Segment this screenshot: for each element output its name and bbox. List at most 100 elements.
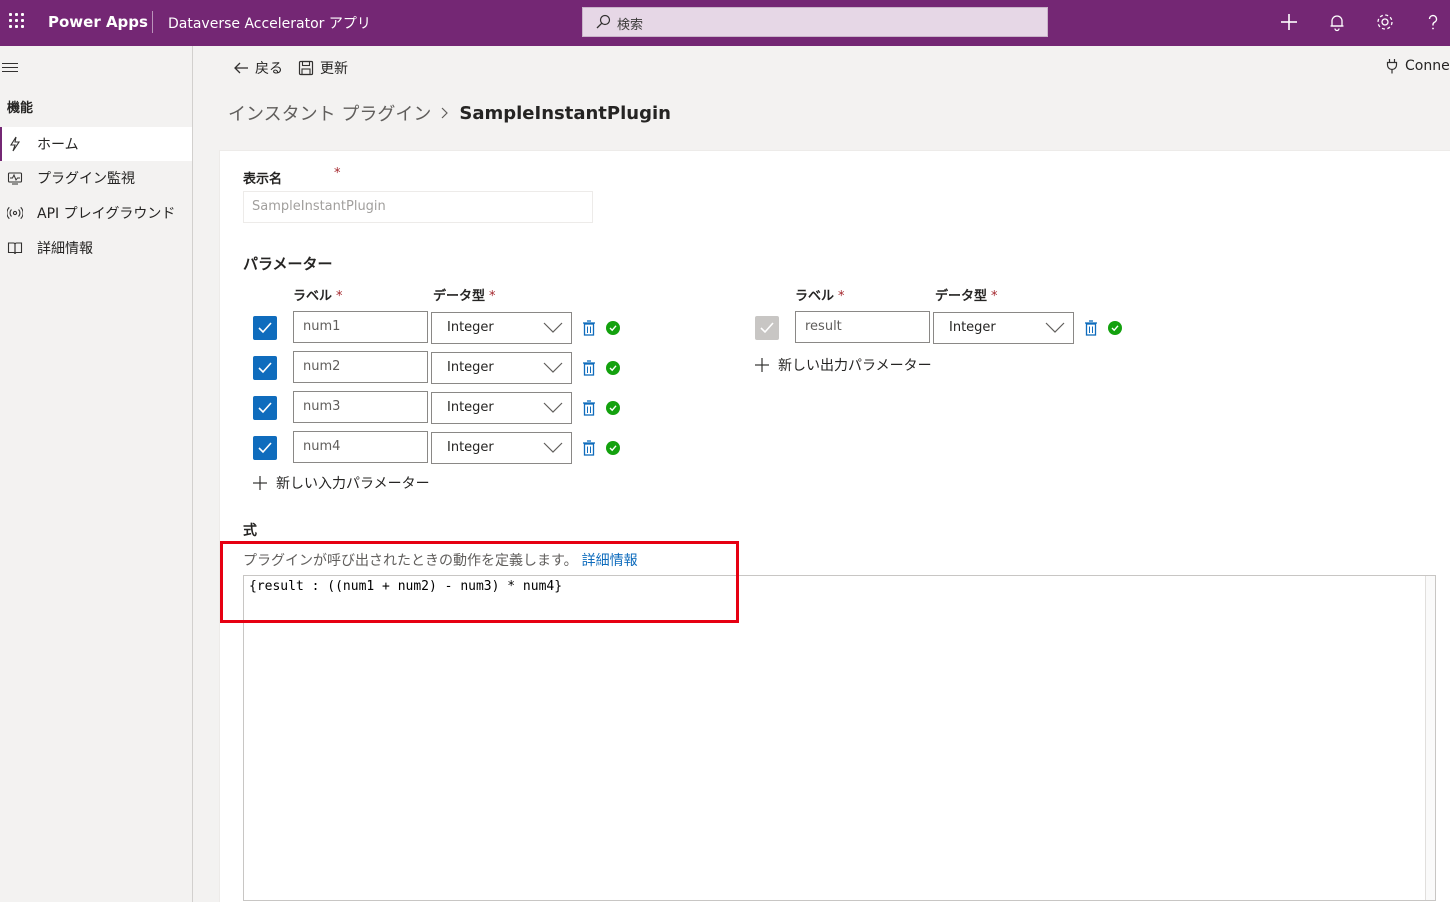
add-input-parameter-label: 新しい入力パラメーター <box>276 476 430 492</box>
bell-icon[interactable] <box>1327 12 1347 32</box>
back-label: 戻る <box>255 61 283 77</box>
dropdown-value: Integer <box>447 400 494 415</box>
sidebar-heading: 機能 <box>7 101 34 116</box>
sidebar-item-label: 詳細情報 <box>37 241 93 257</box>
back-button[interactable]: 戻る <box>233 58 283 78</box>
sidebar-item-learn-more[interactable]: 詳細情報 <box>0 231 192 265</box>
checkmark-icon <box>760 322 774 334</box>
dropdown-value: Integer <box>949 320 996 335</box>
connect-label: Connec <box>1405 58 1450 74</box>
output-label-header-text: ラベル <box>795 289 835 304</box>
plus-icon <box>253 476 267 490</box>
required-mark: * <box>334 166 341 181</box>
delete-icon[interactable] <box>582 360 596 376</box>
delete-icon[interactable] <box>582 440 596 456</box>
parameters-title: パラメーター <box>243 255 333 273</box>
app-launcher-icon[interactable] <box>9 13 25 29</box>
sidebar-item-api-playground[interactable]: API プレイグラウンド <box>0 196 192 230</box>
input-param-type-dropdown[interactable]: Integer <box>431 432 572 464</box>
book-icon <box>7 242 23 255</box>
hamburger-icon[interactable] <box>2 63 18 73</box>
add-input-parameter-button[interactable]: 新しい入力パラメーター <box>252 473 430 493</box>
formula-label: 式 <box>243 523 257 539</box>
input-param-checkbox[interactable] <box>253 316 277 340</box>
app-name[interactable]: Power Apps <box>48 13 148 31</box>
input-param-label-field[interactable]: num2 <box>293 351 428 383</box>
plugin-icon <box>10 136 21 152</box>
output-param-type-dropdown[interactable]: Integer <box>933 312 1074 344</box>
breadcrumb: インスタント プラグイン SampleInstantPlugin <box>228 100 671 126</box>
sidebar-item-label: API プレイグラウンド <box>37 206 176 222</box>
breadcrumb-root-link[interactable]: インスタント プラグイン <box>228 100 431 126</box>
top-bar: Power Apps Dataverse Accelerator アプリ 検索 <box>0 0 1450 46</box>
sidebar: 機能 ホーム プラグイン監視 API プレイグラウンド 詳細情報 <box>0 46 193 902</box>
checkmark-icon <box>258 442 272 454</box>
input-param-type-dropdown[interactable]: Integer <box>431 312 572 344</box>
dropdown-value: Integer <box>447 320 494 335</box>
topbar-divider <box>152 11 153 33</box>
environment-name[interactable]: Dataverse Accelerator アプリ <box>168 13 371 33</box>
input-param-type-dropdown[interactable]: Integer <box>431 352 572 384</box>
add-output-parameter-button[interactable]: 新しい出力パラメーター <box>754 355 932 375</box>
annotation-highlight-box <box>220 541 739 623</box>
save-icon <box>298 60 314 76</box>
search-input[interactable]: 検索 <box>582 7 1048 37</box>
display-name-label: 表示名 <box>243 168 282 187</box>
input-param-label-field[interactable]: num4 <box>293 431 428 463</box>
display-name-field[interactable]: SampleInstantPlugin <box>243 191 593 223</box>
input-label-header-text: ラベル <box>293 289 333 304</box>
dropdown-value: Integer <box>447 360 494 375</box>
input-param-checkbox[interactable] <box>253 356 277 380</box>
input-param-checkbox[interactable] <box>253 436 277 460</box>
output-type-header-text: データ型 <box>935 289 988 304</box>
valid-check-icon <box>606 441 620 455</box>
chevron-down-icon <box>543 362 563 373</box>
plug-icon <box>1386 59 1398 74</box>
command-bar: 戻る 更新 Connec <box>193 46 1450 88</box>
delete-icon[interactable] <box>1084 320 1098 336</box>
required-mark: * <box>991 289 998 304</box>
add-output-parameter-label: 新しい出力パラメーター <box>778 358 932 374</box>
valid-check-icon <box>606 321 620 335</box>
formula-editor[interactable]: {result : ((num1 + num2) - num3) * num4} <box>243 575 1436 901</box>
sidebar-item-label: プラグイン監視 <box>37 171 135 187</box>
chevron-down-icon <box>543 442 563 453</box>
required-mark: * <box>838 289 845 304</box>
delete-icon[interactable] <box>582 400 596 416</box>
help-icon[interactable] <box>1423 12 1443 32</box>
valid-check-icon <box>606 401 620 415</box>
input-type-header-text: データ型 <box>433 289 486 304</box>
chevron-down-icon <box>543 402 563 413</box>
output-label-header: ラベル * <box>795 285 845 304</box>
input-param-type-dropdown[interactable]: Integer <box>431 392 572 424</box>
delete-icon[interactable] <box>582 320 596 336</box>
required-mark: * <box>489 289 496 304</box>
input-param-label-field[interactable]: num3 <box>293 391 428 423</box>
chevron-down-icon <box>1045 322 1065 333</box>
checkmark-icon <box>258 322 272 334</box>
broadcast-icon <box>7 206 23 220</box>
plus-icon[interactable] <box>1279 12 1299 32</box>
input-param-label-field[interactable]: num1 <box>293 311 428 343</box>
chevron-down-icon <box>543 322 563 333</box>
input-type-header: データ型 * <box>433 285 496 304</box>
connect-button[interactable]: Connec <box>1385 58 1450 74</box>
sidebar-item-plugin-monitor[interactable]: プラグイン監視 <box>0 161 192 195</box>
save-label: 更新 <box>320 61 348 77</box>
sidebar-item-home[interactable]: ホーム <box>0 127 192 161</box>
valid-check-icon <box>606 361 620 375</box>
output-param-checkbox <box>755 316 779 340</box>
breadcrumb-current: SampleInstantPlugin <box>459 102 671 124</box>
gear-icon[interactable] <box>1375 12 1395 32</box>
output-param-label-field[interactable]: result <box>795 311 930 343</box>
required-mark: * <box>336 289 343 304</box>
chevron-right-icon <box>441 107 449 119</box>
valid-check-icon <box>1108 321 1122 335</box>
input-param-checkbox[interactable] <box>253 396 277 420</box>
input-label-header: ラベル * <box>293 285 343 304</box>
save-button[interactable]: 更新 <box>298 58 348 78</box>
editor-scrollbar[interactable] <box>1425 576 1435 900</box>
search-icon <box>596 14 611 29</box>
monitor-icon <box>7 172 23 185</box>
plus-icon <box>755 358 769 372</box>
